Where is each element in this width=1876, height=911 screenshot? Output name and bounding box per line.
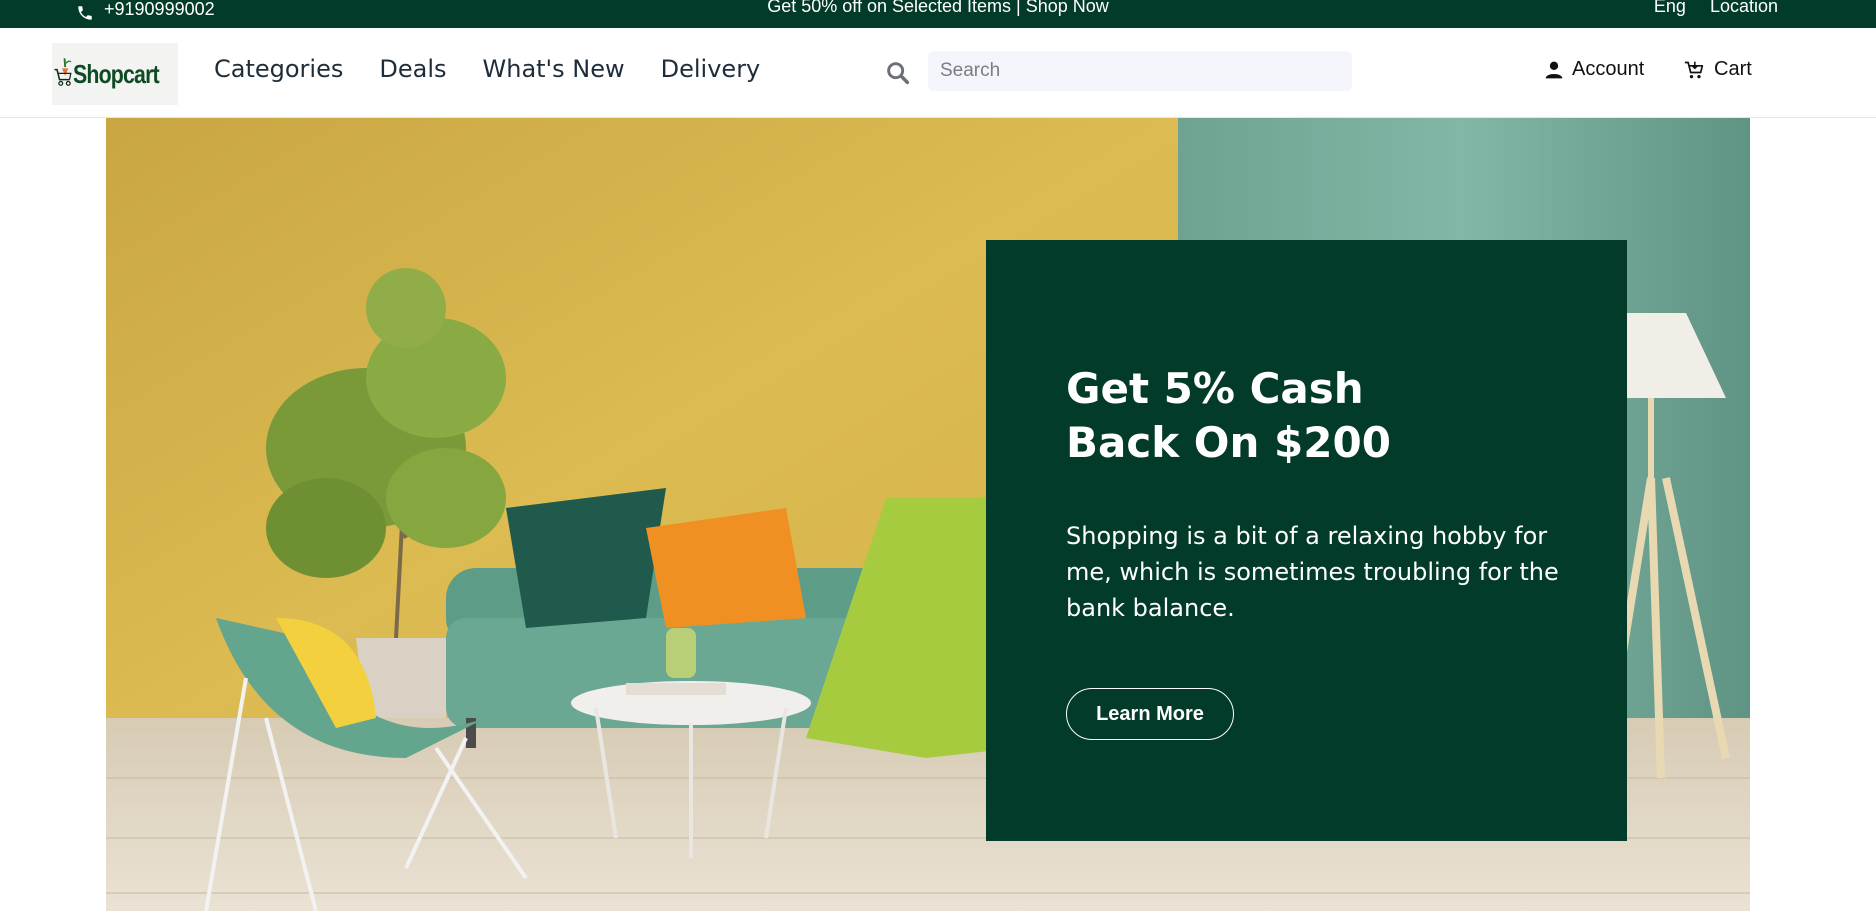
cart-icon [1684, 61, 1704, 78]
user-icon [1545, 61, 1563, 78]
cart-link[interactable]: Cart [1684, 58, 1752, 81]
promo-link[interactable]: Get 50% off on Selected Items | Shop Now [767, 0, 1109, 16]
top-promo-bar: +9190999002 Get 50% off on Selected Item… [0, 0, 1876, 28]
hero-banner: Get 5% Cash Back On $200 Shopping is a b… [106, 118, 1750, 911]
nav-delivery[interactable]: Delivery [661, 55, 761, 83]
language-selector[interactable]: Eng [1654, 0, 1686, 17]
promo-headline-line2: Back On $200 [1066, 418, 1391, 467]
search-bar [884, 51, 1352, 91]
learn-more-button[interactable]: Learn More [1066, 688, 1234, 740]
search-input[interactable] [928, 51, 1352, 91]
promo-text: Get 50% off on Selected Items | Shop Now [0, 0, 1876, 17]
promo-description: Shopping is a bit of a relaxing hobby fo… [1066, 522, 1559, 622]
nav-deals[interactable]: Deals [379, 55, 446, 83]
promo-card: Get 5% Cash Back On $200 Shopping is a b… [986, 240, 1627, 841]
account-link[interactable]: Account [1544, 58, 1644, 81]
main-header: Shopcart Categories Deals What's New Del… [0, 28, 1876, 118]
main-nav: Categories Deals What's New Delivery [214, 55, 760, 83]
search-icon[interactable] [884, 59, 912, 87]
promo-headline: Get 5% Cash Back On $200 [1066, 362, 1466, 470]
nav-categories[interactable]: Categories [214, 55, 343, 83]
nav-whats-new[interactable]: What's New [483, 55, 625, 83]
account-label: Account [1572, 58, 1645, 80]
brand-name: Shopcart [73, 58, 160, 89]
location-selector[interactable]: Location [1710, 0, 1778, 17]
shopcart-logo[interactable]: Shopcart [52, 43, 178, 105]
cart-label: Cart [1714, 58, 1752, 80]
cart-logo-icon [54, 58, 72, 86]
promo-headline-line1: Get 5% Cash [1066, 364, 1364, 413]
